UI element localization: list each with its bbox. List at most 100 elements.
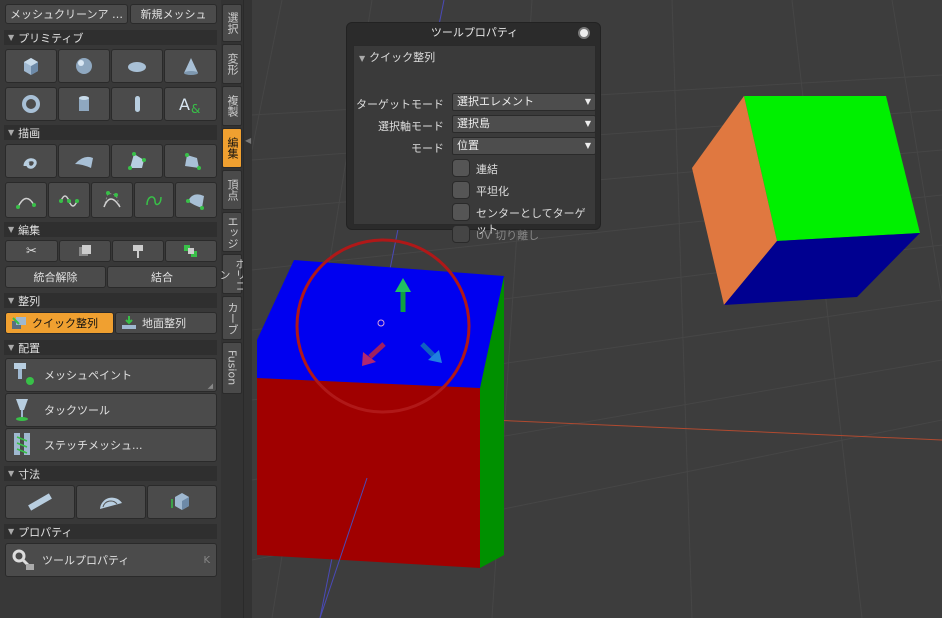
bezier-surface-button[interactable]	[175, 182, 217, 218]
merge-button[interactable]: 結合	[107, 266, 217, 288]
brush-icon	[133, 245, 143, 258]
paste-button[interactable]	[112, 240, 164, 262]
uv-detach-checkbox[interactable]	[452, 225, 470, 243]
target-mode-dropdown[interactable]: 選択エレメント ▼	[452, 93, 596, 111]
bezier-button[interactable]	[48, 182, 90, 218]
tool-properties-panel[interactable]: ツールプロパティ ▼ クイック整列 ターゲットモード 選択エレメント ▼ 選択軸モー…	[346, 22, 601, 243]
sketch-curve-button[interactable]	[134, 182, 174, 218]
sketch-extrude-button[interactable]	[5, 144, 57, 178]
sphere-primitive-button[interactable]	[58, 49, 110, 83]
green-cube[interactable]	[692, 96, 920, 305]
tool-properties-button[interactable]: ツールプロパティ K	[5, 543, 217, 577]
section-draw[interactable]: ▼ 描画	[4, 125, 217, 140]
quick-align-button[interactable]: クイック整列	[5, 312, 114, 334]
tab-vertex[interactable]: 頂点	[222, 170, 242, 210]
collapse-icon: ▼	[359, 54, 366, 63]
stitch-mesh-icon	[14, 433, 30, 455]
section-label: 描画	[18, 126, 41, 140]
unmerge-button[interactable]: 統合解除	[5, 266, 106, 288]
copy-button[interactable]	[59, 240, 111, 262]
tab-duplicate[interactable]: 複製	[222, 86, 242, 126]
pen-tool-button[interactable]	[111, 144, 163, 178]
protractor-button[interactable]	[76, 485, 146, 519]
mesh-cleanup-button[interactable]: メッシュクリーンア …	[5, 4, 128, 24]
poly-draw-icon	[184, 153, 201, 170]
section-edit[interactable]: ▼ 編集	[4, 222, 217, 237]
stitch-mesh-button[interactable]: ステッチメッシュ...	[5, 428, 217, 462]
center-target-checkbox[interactable]	[452, 203, 470, 221]
section-label: 配置	[18, 341, 41, 355]
collapse-icon: ▼	[8, 469, 15, 478]
tube-primitive-button[interactable]	[111, 87, 163, 121]
capsule-icon	[128, 62, 146, 72]
corner-arrow-icon: ◢	[207, 382, 213, 390]
target-mode-label: ターゲットモード	[356, 98, 444, 111]
cone-icon	[183, 58, 198, 75]
panel-splitter[interactable]: ◀	[243, 0, 252, 618]
collapse-icon: ▼	[8, 128, 15, 137]
collapse-icon: ▼	[8, 296, 15, 305]
tack-tool-label: タックツール	[44, 404, 110, 417]
cube-icon	[24, 58, 38, 75]
capsule-primitive-button[interactable]	[111, 49, 163, 83]
tab-curve[interactable]: カーブ	[222, 296, 242, 340]
mesh-paint-label: メッシュペイント	[44, 369, 132, 382]
section-align[interactable]: ▼ 整列	[4, 293, 217, 308]
section-property[interactable]: ▼ プロパティ	[4, 524, 217, 539]
dropdown-arrow-icon: ▼	[584, 97, 591, 106]
mesh-paint-icon	[14, 363, 34, 385]
quick-align-section[interactable]: ▼ クイック整列	[359, 49, 435, 65]
dropdown-value: 選択エレメント	[457, 95, 534, 108]
dropdown-arrow-icon: ▼	[584, 141, 591, 150]
section-label: クイック整列	[369, 51, 436, 64]
polygon-draw-button[interactable]	[164, 144, 217, 178]
axis-mode-dropdown[interactable]: 選択島 ▼	[452, 115, 596, 133]
ruler-icon	[28, 493, 52, 511]
section-label: 編集	[18, 223, 41, 237]
curve-button[interactable]	[5, 182, 47, 218]
sphere-icon	[76, 58, 92, 74]
pin-icon[interactable]	[578, 27, 590, 39]
quick-align-label: クイック整列	[32, 317, 98, 330]
tack-tool-button[interactable]: タックツール	[5, 393, 217, 427]
dimension-box-button[interactable]	[147, 485, 217, 519]
axis-mode-label: 選択軸モード	[378, 120, 444, 133]
tab-fusion[interactable]: Fusion	[222, 342, 242, 394]
section-dimension[interactable]: ▼ 寸法	[4, 466, 217, 481]
copy-icon	[79, 245, 91, 256]
bspline-button[interactable]	[91, 182, 133, 218]
curve-fill-button[interactable]	[58, 144, 110, 178]
tab-transform[interactable]: 変形	[222, 44, 242, 84]
cylinder-icon	[79, 96, 89, 111]
instance-icon	[184, 245, 197, 257]
instance-button[interactable]	[165, 240, 217, 262]
text-primitive-button[interactable]: A &	[164, 87, 217, 121]
spiral-curve-icon	[146, 196, 162, 206]
text-icon: A &	[179, 95, 200, 115]
collapse-icon: ▼	[8, 225, 15, 234]
mode-dropdown[interactable]: 位置 ▼	[452, 137, 596, 155]
tab-select[interactable]: 選択	[222, 4, 242, 42]
tab-edge[interactable]: エッジ	[222, 212, 242, 252]
torus-primitive-button[interactable]	[5, 87, 57, 121]
collapse-arrow-icon: ◀	[245, 136, 252, 145]
section-place[interactable]: ▼ 配置	[4, 340, 217, 355]
new-mesh-button[interactable]: 新規メッシュ	[130, 4, 217, 24]
mesh-paint-button[interactable]: メッシュペイント ◢	[5, 358, 217, 392]
section-label: プロパティ	[18, 525, 73, 539]
connect-checkbox[interactable]	[452, 159, 470, 177]
section-primitive[interactable]: ▼ プリミティブ	[4, 30, 217, 45]
collapse-icon: ▼	[8, 33, 15, 42]
cut-button[interactable]: ✂	[5, 240, 58, 262]
ruler-button[interactable]	[5, 485, 75, 519]
tab-edit[interactable]: 編集	[222, 128, 242, 168]
bezier-surface-icon	[186, 194, 204, 210]
cone-primitive-button[interactable]	[164, 49, 217, 83]
flatten-checkbox[interactable]	[452, 181, 470, 199]
ground-align-button[interactable]: 地面整列	[115, 312, 217, 334]
bezier-icon	[59, 195, 79, 207]
tab-polygon[interactable]: ポリゴン	[218, 254, 247, 294]
panel-title: ツールプロパティ	[430, 26, 519, 39]
cube-primitive-button[interactable]	[5, 49, 57, 83]
cylinder-primitive-button[interactable]	[58, 87, 110, 121]
